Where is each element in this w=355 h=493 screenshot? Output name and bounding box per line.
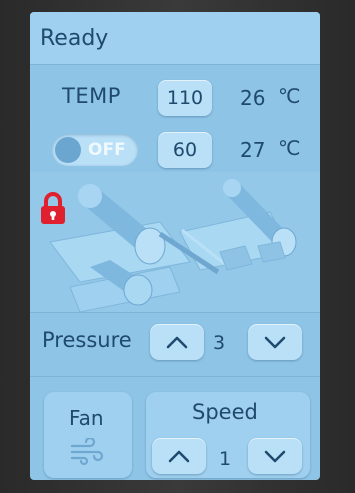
pressure-value: 3 — [213, 332, 226, 354]
chevron-down-icon — [264, 336, 286, 349]
temp-setpoint-button[interactable]: 110 — [158, 80, 212, 116]
toggle-label: OFF — [88, 140, 126, 160]
heater-setpoint-button[interactable]: 60 — [158, 132, 212, 168]
fan-label: Fan — [69, 406, 104, 430]
status-text: Ready — [40, 26, 109, 51]
fan-button[interactable]: Fan — [44, 392, 132, 478]
toggle-knob — [55, 137, 81, 163]
speed-label: Speed — [192, 400, 258, 424]
temp-reading: 26 — [240, 86, 266, 110]
heater-reading: 27 — [240, 138, 266, 162]
heater-unit: ℃ — [278, 136, 301, 160]
touch-screen: Ready TEMP 110 26 ℃ OFF 60 27 ℃ Pressure… — [30, 12, 320, 480]
pressure-down-button[interactable] — [248, 324, 302, 360]
speed-up-button[interactable] — [152, 438, 206, 474]
temp-label: TEMP — [62, 84, 121, 108]
divider-top — [30, 312, 320, 313]
speed-value: 1 — [219, 448, 232, 470]
status-bar: Ready — [30, 12, 320, 65]
heater-toggle[interactable]: OFF — [52, 134, 138, 166]
fan-icon — [70, 438, 104, 466]
roller-diagram — [30, 172, 320, 312]
chevron-up-icon — [166, 336, 188, 349]
pressure-label: Pressure — [42, 328, 132, 352]
chevron-up-icon — [168, 450, 190, 463]
speed-panel: Speed 1 — [146, 392, 310, 478]
chevron-down-icon — [264, 450, 286, 463]
speed-down-button[interactable] — [248, 438, 302, 474]
divider-bottom — [30, 376, 320, 377]
lock-icon[interactable] — [38, 192, 68, 226]
temp-unit: ℃ — [278, 84, 301, 108]
pressure-up-button[interactable] — [150, 324, 204, 360]
